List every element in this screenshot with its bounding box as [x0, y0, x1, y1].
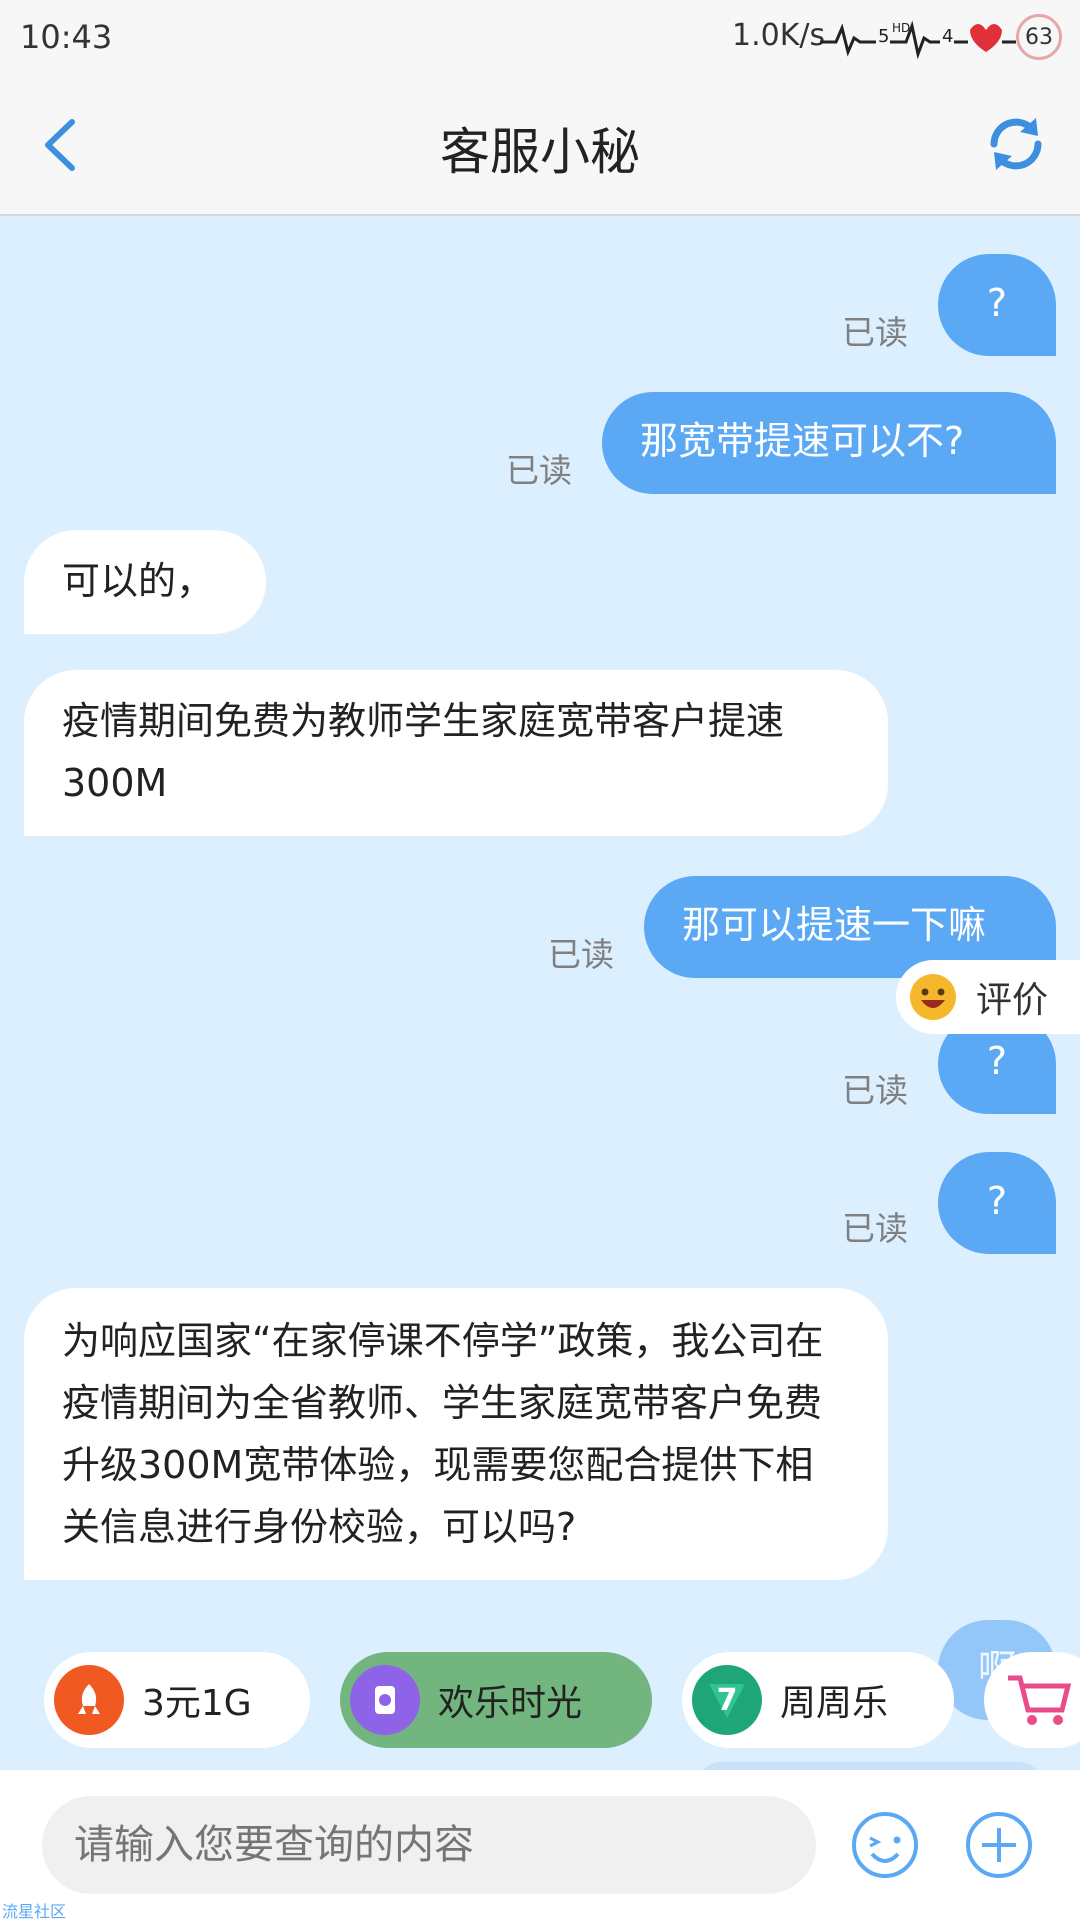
quick-reply-3yuan1g[interactable]: 3元1G: [44, 1652, 310, 1748]
chip-label: 欢乐时光: [438, 1683, 583, 1724]
message-bubble-left[interactable]: 可以的，: [24, 530, 266, 634]
svg-text:HD: HD: [892, 21, 910, 35]
message-bubble-right[interactable]: 那宽带提速可以不?: [602, 392, 1056, 494]
status-bar: 10:43 1.0K/s 5 HD 4 63: [0, 0, 1080, 72]
message-bubble-left[interactable]: 疫情期间免费为教师学生家庭宽带客户提速300M: [24, 670, 888, 836]
header: 客服小秘: [0, 72, 1080, 216]
quick-reply-weekly[interactable]: 7 周周乐: [682, 1652, 954, 1748]
read-status: 已读: [506, 451, 572, 490]
rate-label: 评价: [976, 980, 1049, 1021]
chip-label: 3元1G: [142, 1683, 252, 1724]
message-input[interactable]: [42, 1796, 816, 1894]
message-bubble-right[interactable]: ?: [938, 1152, 1056, 1254]
rocket-icon: [54, 1665, 124, 1735]
quick-reply-happy-time[interactable]: 欢乐时光: [340, 1652, 652, 1748]
read-status: 已读: [842, 1209, 908, 1248]
chip-label: 周周乐: [780, 1683, 889, 1724]
emoji-icon[interactable]: [850, 1810, 920, 1880]
read-status: 已读: [842, 1071, 908, 1110]
cart-icon: [1008, 1675, 1072, 1725]
coupon-icon: [350, 1665, 420, 1735]
watermark: 流星社区: [2, 1902, 67, 1920]
network-speed: 1.0K/s: [732, 18, 826, 53]
chat-area[interactable]: 已读 ? 已读 那宽带提速可以不? 可以的， 疫情期间免费为教师学生家庭宽带客户…: [0, 216, 1080, 1770]
battery-indicator: 63: [1016, 14, 1062, 60]
signal-icons: 5 HD 4: [820, 20, 1016, 60]
message-bubble-partial-edge: [700, 1762, 1040, 1770]
svg-text:4: 4: [942, 26, 953, 47]
read-status: 已读: [842, 313, 908, 352]
status-time: 10:43: [20, 18, 113, 56]
rate-button[interactable]: 评价: [896, 960, 1080, 1034]
seven-icon: 7: [692, 1665, 762, 1735]
svg-text:7: 7: [717, 1683, 738, 1718]
read-status: 已读: [548, 935, 614, 974]
refresh-icon[interactable]: [980, 108, 1052, 180]
message-bubble-left[interactable]: 为响应国家“在家停课不停学”政策，我公司在疫情期间为全省教师、学生家庭宽带客户免…: [24, 1288, 888, 1580]
quick-reply-cart[interactable]: [984, 1652, 1080, 1748]
plus-icon[interactable]: [964, 1810, 1034, 1880]
smiley-icon: [910, 974, 956, 1020]
input-bar: [0, 1770, 1080, 1920]
page-title: 客服小秘: [440, 123, 640, 181]
svg-text:5: 5: [878, 26, 889, 47]
message-bubble-right[interactable]: ?: [938, 254, 1056, 356]
